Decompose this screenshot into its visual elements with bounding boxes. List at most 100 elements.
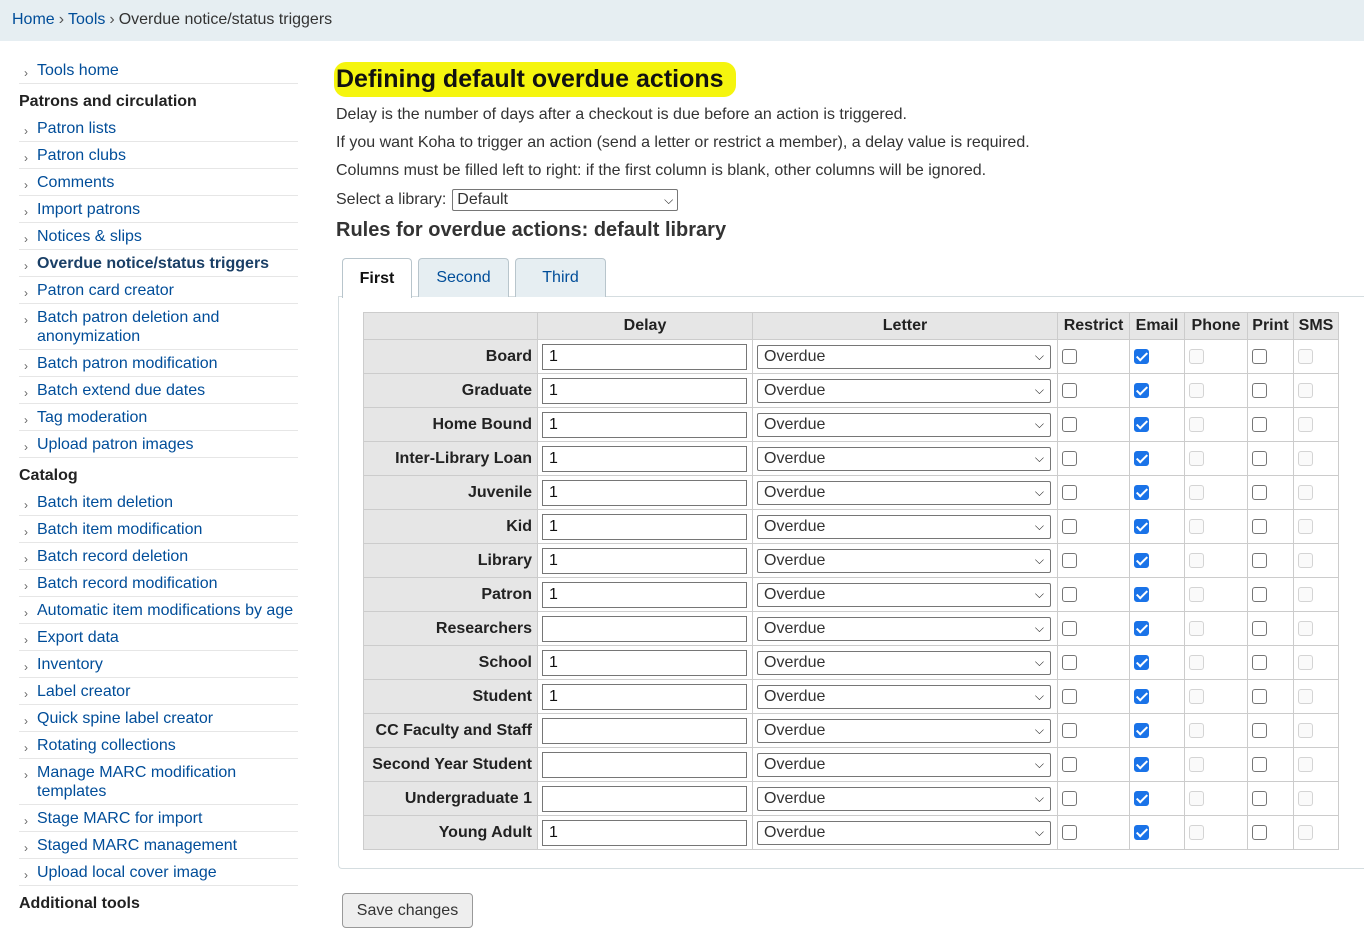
restrict-checkbox[interactable]	[1062, 688, 1077, 704]
save-changes-button[interactable]: Save changes	[342, 893, 473, 928]
sidebar-item-link[interactable]: Notices & slips	[37, 228, 142, 245]
sidebar-item-link[interactable]: Label creator	[37, 683, 130, 700]
delay-input[interactable]: 1	[542, 343, 747, 370]
print-checkbox[interactable]	[1252, 416, 1267, 432]
delay-input[interactable]	[542, 615, 747, 642]
delay-input[interactable]: 1	[542, 581, 747, 608]
delay-input[interactable]: 1	[542, 819, 747, 846]
email-checkbox[interactable]	[1134, 382, 1149, 398]
delay-input[interactable]: 1	[542, 445, 747, 472]
email-checkbox[interactable]	[1134, 348, 1149, 364]
print-checkbox[interactable]	[1252, 722, 1267, 738]
email-checkbox[interactable]	[1134, 790, 1149, 806]
sidebar-item-batch-patron-deletion-and-anonymization[interactable]: › Batch patron deletion and anonymization	[19, 304, 298, 350]
sidebar-item-stage-marc-for-import[interactable]: › Stage MARC for import	[19, 805, 298, 832]
delay-input[interactable]: 1	[542, 649, 747, 676]
sidebar-item-manage-marc-modification-templates[interactable]: › Manage MARC modification templates	[19, 759, 298, 805]
sidebar-item-patron-lists[interactable]: › Patron lists	[19, 115, 298, 142]
sidebar-item-link[interactable]: Rotating collections	[37, 737, 176, 754]
sidebar-item-upload-patron-images[interactable]: › Upload patron images	[19, 431, 298, 458]
letter-select[interactable]: Overdue ⌵	[757, 820, 1051, 845]
print-checkbox[interactable]	[1252, 824, 1267, 840]
sidebar-item-link[interactable]: Staged MARC management	[37, 837, 237, 854]
letter-select[interactable]: Overdue ⌵	[757, 718, 1051, 743]
letter-select[interactable]: Overdue ⌵	[757, 786, 1051, 811]
email-checkbox[interactable]	[1134, 416, 1149, 432]
sidebar-item-batch-item-modification[interactable]: › Batch item modification	[19, 516, 298, 543]
library-select[interactable]: Default ⌵	[452, 189, 679, 211]
print-checkbox[interactable]	[1252, 688, 1267, 704]
tab-second[interactable]: Second	[418, 258, 509, 297]
email-checkbox[interactable]	[1134, 824, 1149, 840]
sidebar-item-rotating-collections[interactable]: › Rotating collections	[19, 732, 298, 759]
print-checkbox[interactable]	[1252, 382, 1267, 398]
print-checkbox[interactable]	[1252, 450, 1267, 466]
sidebar-item-patron-card-creator[interactable]: › Patron card creator	[19, 277, 298, 304]
email-checkbox[interactable]	[1134, 654, 1149, 670]
sidebar-item-batch-extend-due-dates[interactable]: › Batch extend due dates	[19, 377, 298, 404]
restrict-checkbox[interactable]	[1062, 586, 1077, 602]
restrict-checkbox[interactable]	[1062, 654, 1077, 670]
delay-input[interactable]	[542, 717, 747, 744]
delay-input[interactable]: 1	[542, 377, 747, 404]
restrict-checkbox[interactable]	[1062, 790, 1077, 806]
sidebar-item-staged-marc-management[interactable]: › Staged MARC management	[19, 832, 298, 859]
sidebar-item-link[interactable]: Batch patron modification	[37, 355, 218, 372]
tab-third[interactable]: Third	[515, 258, 606, 297]
restrict-checkbox[interactable]	[1062, 620, 1077, 636]
email-checkbox[interactable]	[1134, 586, 1149, 602]
restrict-checkbox[interactable]	[1062, 824, 1077, 840]
sidebar-item-upload-local-cover-image[interactable]: › Upload local cover image	[19, 859, 298, 886]
print-checkbox[interactable]	[1252, 790, 1267, 806]
sidebar-item-link[interactable]: Manage MARC modification templates	[37, 764, 236, 800]
sidebar-item-patron-clubs[interactable]: › Patron clubs	[19, 142, 298, 169]
email-checkbox[interactable]	[1134, 620, 1149, 636]
letter-select[interactable]: Overdue ⌵	[757, 650, 1051, 675]
letter-select[interactable]: Overdue ⌵	[757, 480, 1051, 505]
sidebar-item-link[interactable]: Patron clubs	[37, 147, 126, 164]
restrict-checkbox[interactable]	[1062, 722, 1077, 738]
breadcrumb-tools-link[interactable]: Tools	[68, 11, 105, 28]
restrict-checkbox[interactable]	[1062, 484, 1077, 500]
sidebar-item-link[interactable]: Upload local cover image	[37, 864, 217, 881]
sidebar-item-batch-patron-modification[interactable]: › Batch patron modification	[19, 350, 298, 377]
delay-input[interactable]	[542, 785, 747, 812]
email-checkbox[interactable]	[1134, 518, 1149, 534]
letter-select[interactable]: Overdue ⌵	[757, 684, 1051, 709]
letter-select[interactable]: Overdue ⌵	[757, 514, 1051, 539]
sidebar-item-link[interactable]: Automatic item modifications by age	[37, 602, 293, 619]
sidebar-item-link[interactable]: Tag moderation	[37, 409, 147, 426]
sidebar-item-batch-record-deletion[interactable]: › Batch record deletion	[19, 543, 298, 570]
email-checkbox[interactable]	[1134, 552, 1149, 568]
letter-select[interactable]: Overdue ⌵	[757, 752, 1051, 777]
print-checkbox[interactable]	[1252, 586, 1267, 602]
sidebar-item-link[interactable]: Tools home	[37, 62, 119, 79]
print-checkbox[interactable]	[1252, 484, 1267, 500]
sidebar-item-link[interactable]: Quick spine label creator	[37, 710, 213, 727]
letter-select[interactable]: Overdue ⌵	[757, 378, 1051, 403]
sidebar-item-link[interactable]: Export data	[37, 629, 119, 646]
delay-input[interactable]	[542, 751, 747, 778]
restrict-checkbox[interactable]	[1062, 756, 1077, 772]
sidebar-item-link[interactable]: Batch item modification	[37, 521, 202, 538]
sidebar-item-link[interactable]: Import patrons	[37, 201, 140, 218]
sidebar-item-link[interactable]: Patron lists	[37, 120, 116, 137]
print-checkbox[interactable]	[1252, 654, 1267, 670]
email-checkbox[interactable]	[1134, 756, 1149, 772]
print-checkbox[interactable]	[1252, 348, 1267, 364]
letter-select[interactable]: Overdue ⌵	[757, 344, 1051, 369]
letter-select[interactable]: Overdue ⌵	[757, 616, 1051, 641]
print-checkbox[interactable]	[1252, 620, 1267, 636]
restrict-checkbox[interactable]	[1062, 348, 1077, 364]
sidebar-item-link[interactable]: Comments	[37, 174, 114, 191]
sidebar-item-link[interactable]: Inventory	[37, 656, 103, 673]
sidebar-item-batch-record-modification[interactable]: › Batch record modification	[19, 570, 298, 597]
print-checkbox[interactable]	[1252, 552, 1267, 568]
sidebar-item-link[interactable]: Batch item deletion	[37, 494, 173, 511]
letter-select[interactable]: Overdue ⌵	[757, 582, 1051, 607]
letter-select[interactable]: Overdue ⌵	[757, 446, 1051, 471]
sidebar-item-label-creator[interactable]: › Label creator	[19, 678, 298, 705]
letter-select[interactable]: Overdue ⌵	[757, 412, 1051, 437]
delay-input[interactable]: 1	[542, 411, 747, 438]
sidebar-item-link[interactable]: Batch record deletion	[37, 548, 188, 565]
